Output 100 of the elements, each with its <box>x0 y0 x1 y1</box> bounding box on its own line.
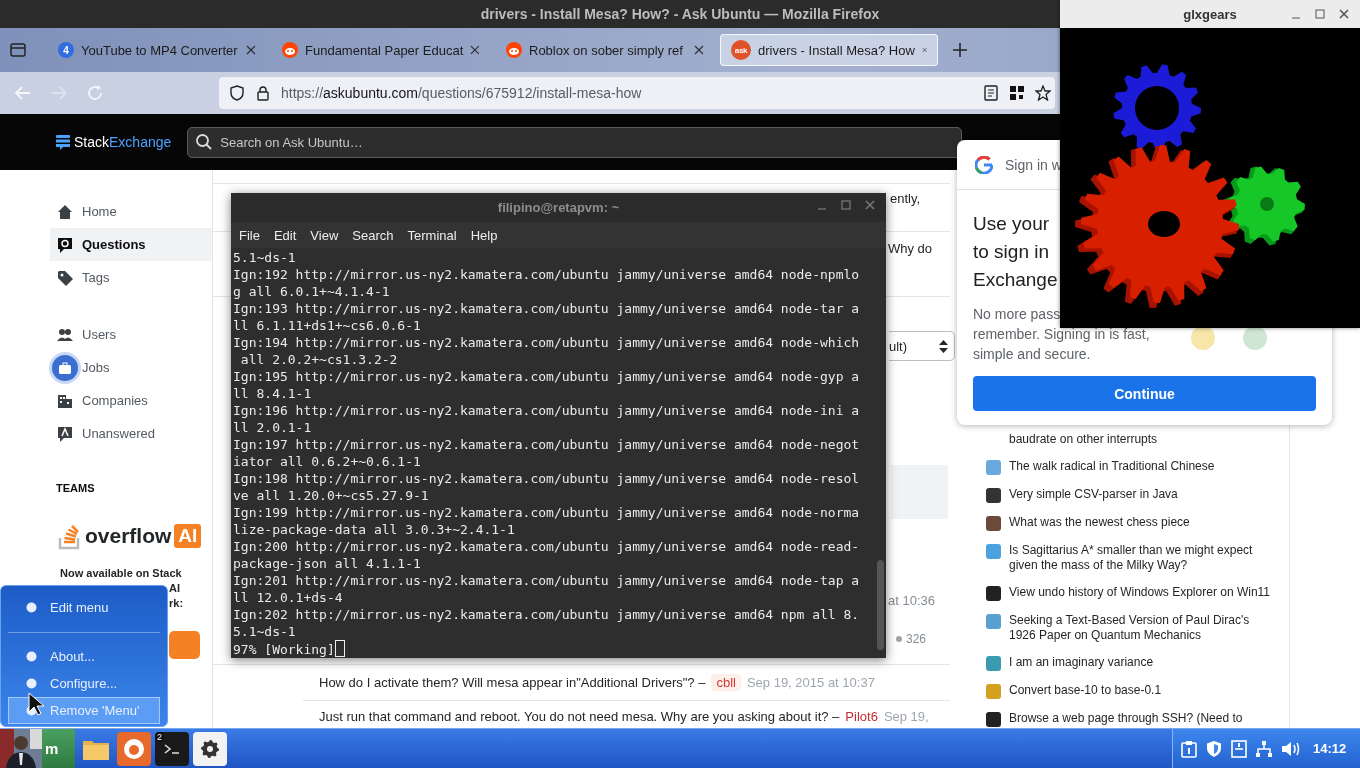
close-icon[interactable] <box>921 45 927 55</box>
reputation-score: 326 <box>906 632 927 646</box>
google-icon <box>975 155 993 174</box>
terminal-line: ll 12.0.1+ds-4 <box>233 589 344 606</box>
question-link[interactable]: Is Sagittarius A* smaller than we might expect given the mass of the Milky Way? <box>1009 543 1273 573</box>
promo-text: Now available on Stack <box>59 567 182 579</box>
menu-item[interactable]: File <box>233 225 266 245</box>
terminal-line: Ign:196 http://mirror.us-ny2.kamatera.com/ubuntu jammy/universe amd64 node-ini a <box>233 402 861 419</box>
sort-select[interactable]: ult) <box>889 331 955 361</box>
browser-tab[interactable]: ask drivers - Install Mesa? How <box>720 34 938 66</box>
menu-item[interactable]: Help <box>464 225 504 245</box>
menu-item[interactable]: View <box>304 225 345 245</box>
menu-item[interactable]: Search <box>346 225 400 245</box>
browser-tab[interactable]: Fundamental Paper Educat <box>272 34 490 66</box>
menu-item[interactable]: Configure... <box>8 670 160 697</box>
nav-item[interactable]: Tags <box>50 261 212 294</box>
lock-icon[interactable] <box>255 85 271 101</box>
user-link[interactable]: Pilot6 <box>845 709 878 724</box>
question-link[interactable]: What was the newest chess piece <box>1009 515 1273 531</box>
window-title: glxgears <box>1183 6 1237 22</box>
terminal-line: Ign:195 http://mirror.us-ny2.kamatera.com/ubuntu jammy/universe amd64 node-gyp a <box>233 368 861 385</box>
logo-text: overflow <box>85 524 172 548</box>
terminal-button[interactable]: 2 <box>155 731 189 766</box>
terminal-line: Ign:192 http://mirror.us-ny2.kamatera.com/ubuntu jammy/universe amd64 node-npmlo <box>233 266 861 283</box>
browser-tab[interactable]: 4 YouTube to MP4 Converter <box>48 34 266 66</box>
browser-button[interactable] <box>117 731 151 766</box>
logo-badge: AI <box>174 524 202 548</box>
count-badge: 2 <box>155 731 164 742</box>
close-icon[interactable] <box>864 199 876 211</box>
terminal-line: ll 2.0.1-1 <box>233 419 313 436</box>
site-icon <box>986 656 1001 671</box>
comment-date: Sep 19, <box>883 709 929 724</box>
terminal-line: package-json all 4.1.1-1 <box>233 555 422 572</box>
clipboard-icon[interactable] <box>1181 739 1197 758</box>
user-link[interactable]: cbll <box>711 674 741 691</box>
clock: 14:12 <box>1313 741 1347 756</box>
volume-icon[interactable] <box>1281 739 1301 758</box>
nav-item[interactable]: Questions <box>50 228 212 261</box>
terminal-line: 5.1~ds-1 <box>233 623 297 640</box>
site-logo[interactable]: StackExchange <box>74 134 172 150</box>
nav-item[interactable]: Users <box>50 318 212 351</box>
reader-icon[interactable] <box>983 85 999 101</box>
grid-icon[interactable] <box>1009 85 1025 101</box>
search-icon <box>195 132 214 151</box>
question-link[interactable]: Very simple CSV-parser in Java <box>1009 487 1273 503</box>
terminal-line: all 2.0.2+~cs1.3.2-2 <box>239 351 399 368</box>
close-icon[interactable] <box>246 45 256 55</box>
window-title: filipino@retapvm: ~ <box>497 200 620 215</box>
star-icon[interactable] <box>1035 85 1051 101</box>
continue-button[interactable]: Continue <box>973 376 1316 411</box>
sort-arrows-icon <box>939 339 948 353</box>
settings-button[interactable] <box>193 731 227 766</box>
popup-heading: to sign in <box>973 240 1050 264</box>
question-link[interactable]: Seeking a Text-Based Version of Paul Dirac's 1926 Paper on Quantum Mechanics <box>1009 613 1273 643</box>
close-icon[interactable] <box>694 45 704 55</box>
question-link[interactable]: Browse a web page through SSH? (Need to <box>1009 711 1273 727</box>
tab-list-icon[interactable] <box>8 40 28 60</box>
notes-icon[interactable] <box>1231 739 1247 758</box>
terminal-icon <box>162 741 182 756</box>
nav-item[interactable]: Unanswered <box>50 417 212 450</box>
body-text: ently, <box>890 191 921 206</box>
cursor-icon <box>334 640 345 657</box>
menu-item[interactable]: Edit <box>267 225 303 245</box>
maximize-icon[interactable] <box>1314 8 1326 20</box>
terminal-line: Ign:197 http://mirror.us-ny2.kamatera.com/ubuntu jammy/universe amd64 node-negot <box>233 436 861 453</box>
scrollbar-thumb[interactable] <box>877 560 884 650</box>
popup-heading: Exchange <box>973 268 1058 292</box>
search-field[interactable]: Search on Ask Ubuntu… <box>187 126 963 158</box>
question-link[interactable]: baudrate on other interrupts <box>1009 432 1273 447</box>
nav-item[interactable]: Home <box>50 195 212 228</box>
close-icon[interactable] <box>1338 8 1350 20</box>
terminal-line: Ign:202 http://mirror.us-ny2.kamatera.com/ubuntu jammy/universe amd64 npm all 8. <box>233 606 861 623</box>
menu-item[interactable]: Terminal <box>401 225 463 245</box>
menu-item[interactable]: Edit menu <box>8 594 160 621</box>
question-link[interactable]: I am an imaginary variance <box>1009 655 1273 671</box>
maximize-icon[interactable] <box>840 199 852 211</box>
shield-icon[interactable] <box>229 85 245 101</box>
question-link[interactable]: View undo history of Windows Explorer on Win11 <box>1009 585 1273 601</box>
start-button[interactable]: m <box>0 729 75 768</box>
badge-dot-icon <box>896 636 902 642</box>
nav-item[interactable]: Companies <box>50 384 212 417</box>
close-icon[interactable] <box>470 45 480 55</box>
menu-icon <box>25 650 38 663</box>
terminal-line: Ign:200 http://mirror.us-ny2.kamatera.com/ubuntu jammy/universe amd64 node-read- <box>233 538 861 555</box>
terminal-line: ll 6.1.11+ds1+~cs6.0.6-1 <box>233 317 422 334</box>
network-icon[interactable] <box>1255 739 1273 758</box>
plus-icon[interactable] <box>952 42 968 58</box>
comment-date: Sep 19, 2015 at 10:37 <box>746 675 875 690</box>
site-icon <box>986 684 1001 699</box>
question-link[interactable]: Convert base-10 to base-0.1 <box>1009 683 1273 699</box>
address-bar[interactable]: https://askubuntu.com/questions/675912/install-mesa-how <box>219 77 1055 109</box>
menu-icon <box>25 601 38 614</box>
question-link[interactable]: The walk radical in Traditional Chinese <box>1009 459 1273 475</box>
browser-tab[interactable]: Roblox on sober simply ref <box>496 34 714 66</box>
menu-item[interactable]: About... <box>8 643 160 670</box>
panel-background <box>891 465 948 519</box>
promo-text: rk: <box>169 597 184 609</box>
nav-item[interactable]: Jobs <box>50 351 212 384</box>
ring-icon <box>122 736 146 761</box>
site-icon <box>986 516 1001 531</box>
